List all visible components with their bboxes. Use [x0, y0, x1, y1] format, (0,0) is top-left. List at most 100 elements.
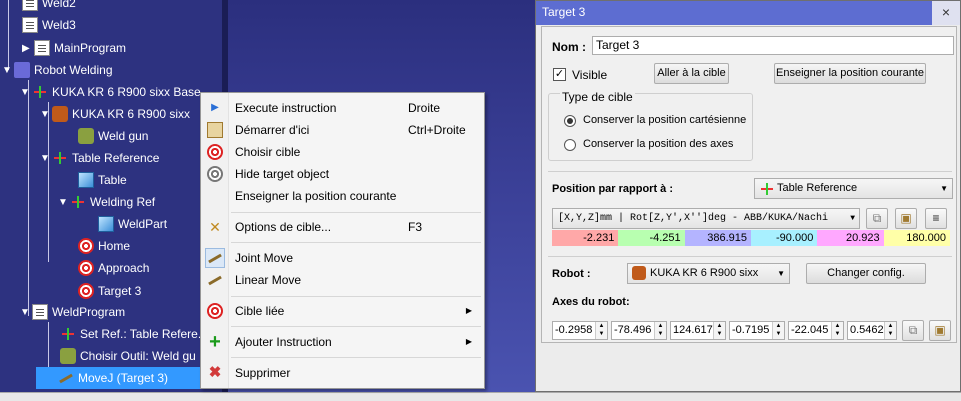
- menu-separator: [231, 326, 481, 327]
- goto-target-button[interactable]: Aller à la cible: [654, 63, 729, 84]
- change-config-button[interactable]: Changer config.: [806, 263, 926, 284]
- linear-move-icon: [207, 272, 223, 288]
- spin-arrows-icon[interactable]: ▲ ▼: [713, 322, 725, 339]
- tree-item-table-reference[interactable]: ▼ Table Reference: [40, 147, 159, 169]
- menu-item-linear-move[interactable]: Linear Move: [203, 269, 482, 291]
- target-type-title: Type de cible: [560, 90, 635, 104]
- robot-dropdown[interactable]: KUKA KR 6 R900 sixx ▼: [627, 263, 790, 284]
- menu-item-choose-target[interactable]: Choisir cible: [203, 141, 482, 163]
- menu-separator: [231, 357, 481, 358]
- target-properties-panel: Target 3 × Nom : Target 3 ✓ Visible Alle…: [535, 0, 961, 392]
- pose-value-x[interactable]: -2.231: [552, 230, 619, 246]
- tree-item-robot[interactable]: ▼ KUKA KR 6 R900 sixx: [40, 103, 190, 125]
- target-icon: [78, 282, 94, 299]
- paste-pose-icon[interactable]: ▣: [895, 208, 917, 229]
- spin-arrows-icon[interactable]: ▲ ▼: [831, 322, 843, 339]
- spin-arrows-icon[interactable]: ▲ ▼: [654, 322, 666, 339]
- collapse-arrow-icon[interactable]: ▼: [2, 60, 14, 82]
- teach-position-button[interactable]: Enseigner la position courante: [774, 63, 926, 84]
- tree-item-choose-tool[interactable]: Choisir Outil: Weld gu: [60, 345, 196, 367]
- tree-item-mainprogram[interactable]: ▶ MainProgram: [22, 37, 126, 59]
- collapse-arrow-icon[interactable]: ▼: [20, 302, 32, 324]
- tree-item-robot-base[interactable]: ▼ KUKA KR 6 R900 sixx Base: [20, 81, 201, 103]
- pose-value-rx[interactable]: 180.000: [883, 230, 950, 246]
- tree-item-set-ref[interactable]: Set Ref.: Table Refere...: [60, 323, 208, 345]
- status-strip: [0, 392, 961, 401]
- linked-target-icon: [207, 303, 223, 319]
- frame-icon: [70, 194, 86, 210]
- target-icon: [78, 237, 94, 254]
- divider: [548, 171, 952, 172]
- pose-value-rz[interactable]: -90.000: [750, 230, 818, 246]
- panel-title[interactable]: Target 3: [536, 1, 960, 25]
- menu-item-teach-position[interactable]: Enseigner la position courante: [203, 185, 482, 207]
- radio-keep-cartesian[interactable]: [564, 115, 576, 127]
- joint-2-spinbox[interactable]: -78.496 ▲ ▼: [611, 321, 667, 340]
- joint-5-spinbox[interactable]: -22.045 ▲ ▼: [788, 321, 844, 340]
- collapse-arrow-icon[interactable]: ▼: [40, 148, 52, 170]
- tree-item-table[interactable]: Table: [78, 169, 127, 191]
- copy-pose-icon[interactable]: ⧉: [866, 208, 888, 229]
- cube-icon: [98, 215, 114, 232]
- pose-value-y[interactable]: -4.251: [618, 230, 685, 246]
- frame-icon: [52, 150, 68, 166]
- document-icon: [22, 0, 38, 11]
- joint-3-spinbox[interactable]: 124.617 ▲ ▼: [670, 321, 726, 340]
- spin-arrows-icon[interactable]: ▲ ▼: [772, 322, 784, 339]
- tree-item-weld3[interactable]: Weld3: [22, 14, 76, 36]
- name-label: Nom :: [552, 40, 586, 54]
- tree-guide-line: [48, 102, 49, 262]
- menu-item-linked-target[interactable]: Cible liée ▶: [203, 300, 482, 322]
- joint-1-spinbox[interactable]: -0.2958 ▲ ▼: [552, 321, 608, 340]
- tree-item-welding-ref[interactable]: ▼ Welding Ref: [58, 191, 155, 213]
- delete-icon: ✖: [208, 364, 222, 381]
- pose-format-dropdown[interactable]: [X,Y,Z]mm | Rot[Z,Y',X'']deg - ABB/KUKA/…: [552, 208, 860, 229]
- menu-separator: [231, 242, 481, 243]
- station-tree[interactable]: Weld2 Weld3 ▶ MainProgram ▼ Robot Welding …: [0, 0, 222, 392]
- tree-item-target-3[interactable]: Target 3: [78, 280, 141, 302]
- tree-item-home[interactable]: Home: [78, 235, 130, 257]
- pose-value-ry[interactable]: 20.923: [817, 230, 884, 246]
- pose-value-z[interactable]: 386.915: [684, 230, 751, 246]
- collapse-arrow-icon[interactable]: ▼: [20, 82, 32, 104]
- tree-item-weldpart[interactable]: WeldPart: [98, 213, 167, 235]
- menu-item-joint-move[interactable]: Joint Move: [203, 247, 482, 269]
- chevron-down-icon: ▼: [777, 269, 785, 278]
- target-icon: [207, 144, 223, 160]
- joint-4-spinbox[interactable]: -0.7195 ▲ ▼: [729, 321, 785, 340]
- spin-arrows-icon[interactable]: ▲ ▼: [595, 322, 607, 339]
- tree-item-weldprogram[interactable]: ▼ WeldProgram: [20, 301, 125, 323]
- add-icon: +: [209, 331, 221, 353]
- copy-joints-icon[interactable]: ⧉: [902, 320, 924, 341]
- reference-frame-dropdown[interactable]: Table Reference ▼: [754, 178, 953, 199]
- tree-item-weld2[interactable]: Weld2: [22, 0, 76, 14]
- menu-item-execute-instruction[interactable]: ▶ Execute instruction Droite: [203, 97, 482, 119]
- collapse-arrow-icon[interactable]: ▼: [40, 104, 52, 126]
- tree-item-robot-welding[interactable]: ▼ Robot Welding: [2, 59, 113, 81]
- radio-keep-axes[interactable]: [564, 139, 576, 151]
- weld-gun-icon: [78, 127, 94, 144]
- position-relative-label: Position par rapport à :: [552, 183, 674, 195]
- tree-item-weld-gun[interactable]: Weld gun: [78, 125, 148, 147]
- menu-separator: [231, 212, 481, 213]
- spin-arrows-icon[interactable]: ▲ ▼: [884, 322, 896, 339]
- menu-icon[interactable]: ≡: [925, 208, 947, 229]
- tree-item-approach[interactable]: Approach: [78, 257, 149, 279]
- hide-target-icon: [207, 166, 223, 182]
- tree-item-movej[interactable]: MoveJ (Target 3): [36, 367, 208, 389]
- close-icon[interactable]: ×: [932, 1, 960, 25]
- menu-item-delete[interactable]: ✖ Supprimer: [203, 362, 482, 384]
- paste-joints-icon[interactable]: ▣: [929, 320, 951, 341]
- name-field[interactable]: Target 3: [592, 36, 954, 55]
- submenu-arrow-icon: ▶: [465, 306, 472, 315]
- collapse-arrow-icon[interactable]: ▼: [58, 192, 70, 214]
- menu-separator: [231, 296, 481, 297]
- menu-item-add-instruction[interactable]: + Ajouter Instruction ▶: [203, 331, 482, 353]
- menu-item-start-here[interactable]: Démarrer d'ici Ctrl+Droite: [203, 119, 482, 141]
- menu-item-target-options[interactable]: ✕ Options de cible... F3: [203, 216, 482, 238]
- visible-checkbox[interactable]: ✓: [553, 68, 566, 81]
- joint-6-spinbox[interactable]: 0.5462 ▲ ▼: [847, 321, 897, 340]
- menu-item-hide-target[interactable]: Hide target object: [203, 163, 482, 185]
- radio-axes-label: Conserver la position des axes: [583, 138, 734, 150]
- expand-arrow-icon[interactable]: ▶: [22, 38, 34, 60]
